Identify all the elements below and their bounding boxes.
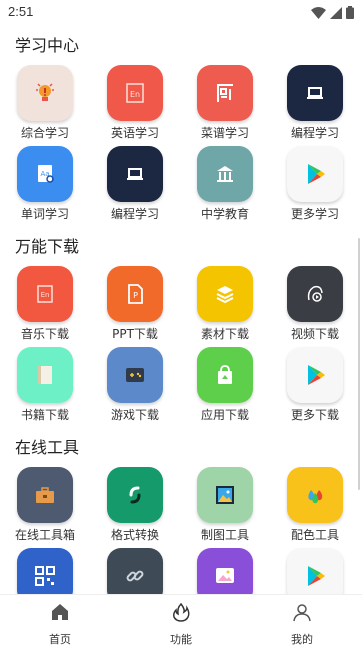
english-book-icon: En bbox=[107, 65, 163, 121]
music-file-icon: En bbox=[17, 266, 73, 322]
grid-row: Aa 单词学习 编程学习 中学教育 更多学习 bbox=[0, 146, 362, 226]
ppt-icon: P bbox=[107, 266, 163, 322]
item-label: 素材下载 bbox=[200, 327, 249, 341]
item-label: 制图工具 bbox=[200, 528, 249, 542]
grid-item[interactable]: 书籍下载 bbox=[5, 347, 85, 427]
item-label: 菜谱学习 bbox=[200, 126, 249, 140]
home-icon bbox=[52, 604, 68, 620]
grid-row: 在线工具箱 格式转换 制图工具 配色工具 bbox=[0, 467, 362, 547]
nav-label: 功能 bbox=[170, 633, 192, 645]
svg-text:En: En bbox=[130, 90, 140, 99]
grid-item[interactable]: 应用下载 bbox=[185, 347, 265, 427]
item-label: 编程学习 bbox=[110, 207, 159, 221]
grid-item[interactable]: Aa 单词学习 bbox=[5, 146, 85, 226]
grid-item[interactable]: 更多下载 bbox=[275, 347, 355, 427]
grid-item[interactable] bbox=[275, 548, 355, 594]
lightbulb-icon bbox=[17, 65, 73, 121]
game-icon bbox=[107, 347, 163, 403]
grid-item[interactable]: 中学教育 bbox=[185, 146, 265, 226]
item-label: 单词学习 bbox=[20, 207, 69, 221]
play-store-icon bbox=[287, 347, 343, 403]
grid-item[interactable]: 更多学习 bbox=[275, 146, 355, 226]
grid-row: 书籍下载 游戏下载 应用下载 更多下载 bbox=[0, 347, 362, 427]
grid-item[interactable]: 格式转换 bbox=[95, 467, 175, 547]
grid-item[interactable]: 编程学习 bbox=[275, 65, 355, 145]
book-icon bbox=[17, 347, 73, 403]
item-label: 格式转换 bbox=[110, 528, 159, 542]
grid-item[interactable]: 在线工具箱 bbox=[5, 467, 85, 547]
user-icon bbox=[293, 604, 311, 622]
convert-icon bbox=[107, 467, 163, 523]
item-label: 视频下载 bbox=[290, 327, 339, 341]
school-icon bbox=[197, 146, 253, 202]
status-time: 2:51 bbox=[8, 4, 34, 19]
item-label: 配色工具 bbox=[290, 528, 339, 542]
grid-item[interactable]: En 英语学习 bbox=[95, 65, 175, 145]
wifi-icon bbox=[311, 6, 326, 19]
app-bag-icon bbox=[197, 347, 253, 403]
video-file-icon bbox=[287, 266, 343, 322]
dictionary-icon: Aa bbox=[17, 146, 73, 202]
grid-item[interactable]: 素材下载 bbox=[185, 266, 265, 346]
item-label: 中学教育 bbox=[200, 207, 249, 221]
grid-row: 综合学习 En 英语学习 菜谱学习 编程学习 bbox=[0, 65, 362, 145]
status-icons bbox=[311, 6, 354, 19]
qr-code-icon bbox=[17, 548, 73, 594]
grid-item[interactable] bbox=[95, 548, 175, 594]
svg-text:En: En bbox=[41, 291, 50, 299]
section-title-learning: 学习中心 bbox=[15, 36, 80, 55]
item-label: 应用下载 bbox=[200, 408, 249, 422]
laptop-icon bbox=[107, 146, 163, 202]
image-frame-icon bbox=[197, 467, 253, 523]
grid-item[interactable]: 编程学习 bbox=[95, 146, 175, 226]
item-label: 综合学习 bbox=[20, 126, 69, 140]
nav-item-home[interactable]: 首页 bbox=[0, 595, 120, 645]
grid-item[interactable]: 配色工具 bbox=[275, 467, 355, 547]
play-store-icon bbox=[287, 548, 343, 594]
grid-item[interactable]: 菜谱学习 bbox=[185, 65, 265, 145]
section-title-tools: 在线工具 bbox=[15, 438, 80, 457]
grid-item[interactable]: 制图工具 bbox=[185, 467, 265, 547]
gallery-icon bbox=[197, 548, 253, 594]
nav-label: 我的 bbox=[291, 633, 313, 645]
item-label: 更多学习 bbox=[290, 207, 339, 221]
kitchen-icon bbox=[197, 65, 253, 121]
section-title-download: 万能下载 bbox=[15, 237, 80, 256]
signal-icon bbox=[330, 6, 342, 19]
item-label: 英语学习 bbox=[110, 126, 159, 140]
nav-label: 首页 bbox=[49, 633, 71, 645]
bottom-nav: 首页 功能 我的 bbox=[0, 594, 362, 645]
grid-item[interactable]: 综合学习 bbox=[5, 65, 85, 145]
toolbox-icon bbox=[17, 467, 73, 523]
content-area[interactable]: 学习中心 综合学习 En 英语学习 菜谱学习 编程学习 Aa 单词学习 编程学习… bbox=[0, 26, 362, 594]
grid-item[interactable]: En 音乐下载 bbox=[5, 266, 85, 346]
item-label: 在线工具箱 bbox=[14, 528, 75, 542]
item-label: 音乐下载 bbox=[20, 327, 69, 341]
svg-text:P: P bbox=[133, 291, 138, 300]
color-drops-icon bbox=[287, 467, 343, 523]
scrollbar[interactable] bbox=[358, 238, 360, 490]
play-store-icon bbox=[287, 146, 343, 202]
laptop-icon bbox=[287, 65, 343, 121]
grid-item[interactable] bbox=[5, 548, 85, 594]
grid-item[interactable]: P PPT下载 bbox=[95, 266, 175, 346]
item-label: 书籍下载 bbox=[20, 408, 69, 422]
item-label: 更多下载 bbox=[290, 408, 339, 422]
item-label: PPT下载 bbox=[112, 327, 158, 341]
nav-item-profile[interactable]: 我的 bbox=[242, 595, 362, 645]
grid-row: En 音乐下载 P PPT下载 素材下载 视频下载 bbox=[0, 266, 362, 346]
link-icon bbox=[107, 548, 163, 594]
grid-item[interactable] bbox=[185, 548, 265, 594]
grid-row bbox=[0, 548, 362, 594]
nav-item-features[interactable]: 功能 bbox=[121, 595, 241, 645]
battery-icon bbox=[346, 6, 354, 19]
fire-icon bbox=[173, 602, 190, 622]
item-label: 游戏下载 bbox=[110, 408, 159, 422]
grid-item[interactable]: 游戏下载 bbox=[95, 347, 175, 427]
status-bar: 2:51 bbox=[0, 0, 362, 26]
layers-icon bbox=[197, 266, 253, 322]
item-label: 编程学习 bbox=[290, 126, 339, 140]
grid-item[interactable]: 视频下载 bbox=[275, 266, 355, 346]
